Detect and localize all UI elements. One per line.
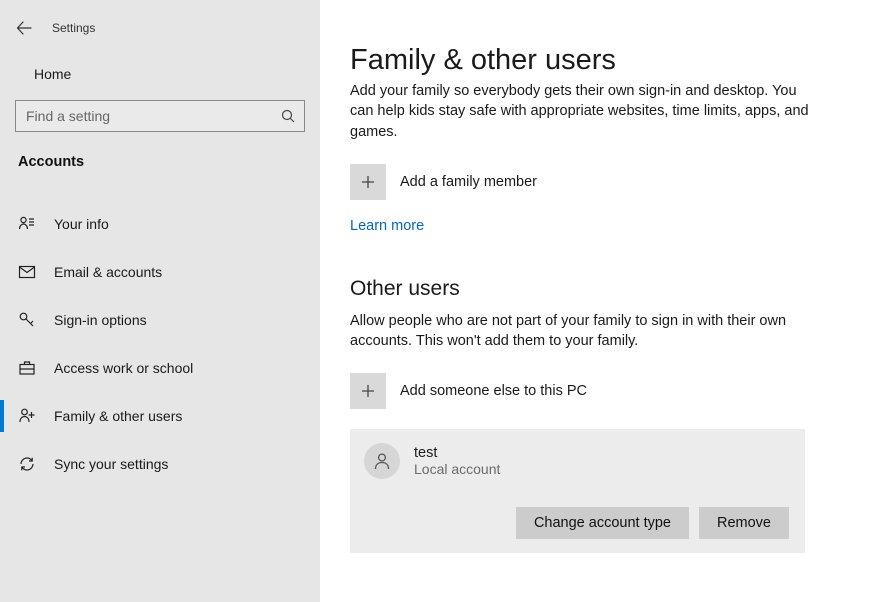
back-button[interactable] bbox=[10, 14, 38, 42]
search-box[interactable] bbox=[15, 100, 305, 132]
other-users-heading: Other users bbox=[350, 277, 863, 301]
back-arrow-icon bbox=[16, 20, 32, 36]
sidebar-item-label: Sign-in options bbox=[54, 312, 147, 328]
learn-more-link[interactable]: Learn more bbox=[350, 218, 424, 234]
window-title: Settings bbox=[52, 21, 95, 35]
sidebar-item-label: Access work or school bbox=[54, 360, 193, 376]
user-name: test bbox=[414, 445, 500, 461]
sidebar-item-sync-settings[interactable]: Sync your settings bbox=[0, 440, 320, 488]
page-title: Family & other users bbox=[350, 44, 863, 77]
sidebar-section-header: Accounts bbox=[0, 148, 320, 178]
sidebar-item-sign-in-options[interactable]: Sign-in options bbox=[0, 296, 320, 344]
sidebar-item-email-accounts[interactable]: Email & accounts bbox=[0, 248, 320, 296]
sync-icon bbox=[18, 455, 36, 473]
add-other-label: Add someone else to this PC bbox=[400, 383, 587, 399]
add-other-user[interactable]: Add someone else to this PC bbox=[350, 373, 863, 409]
sidebar-item-label: Family & other users bbox=[54, 408, 182, 424]
user-card[interactable]: test Local account Change account type R… bbox=[350, 429, 805, 553]
plus-tile bbox=[350, 373, 386, 409]
main-content: Family & other users Add your family so … bbox=[320, 0, 893, 602]
change-account-type-button[interactable]: Change account type bbox=[516, 507, 689, 539]
search-icon bbox=[280, 108, 296, 124]
user-type: Local account bbox=[414, 461, 500, 477]
email-icon bbox=[18, 263, 36, 281]
sidebar-item-family-other-users[interactable]: Family & other users bbox=[0, 392, 320, 440]
sidebar-item-your-info[interactable]: Your info bbox=[0, 200, 320, 248]
sidebar: Settings Home Accounts Your info bbox=[0, 0, 320, 602]
briefcase-icon bbox=[18, 359, 36, 377]
key-icon bbox=[18, 311, 36, 329]
plus-icon bbox=[361, 384, 375, 398]
family-icon bbox=[18, 407, 36, 425]
nav-list: Your info Email & accounts Sign-in optio… bbox=[0, 200, 320, 488]
search-input[interactable] bbox=[16, 101, 304, 131]
plus-tile bbox=[350, 164, 386, 200]
your-info-icon bbox=[18, 215, 36, 233]
user-card-header: test Local account bbox=[364, 443, 789, 479]
settings-window: Settings Home Accounts Your info bbox=[0, 0, 893, 602]
remove-button[interactable]: Remove bbox=[699, 507, 789, 539]
other-users-description: Allow people who are not part of your fa… bbox=[350, 311, 820, 352]
add-family-label: Add a family member bbox=[400, 174, 537, 190]
nav-home-label: Home bbox=[34, 66, 71, 82]
plus-icon bbox=[361, 175, 375, 189]
sidebar-item-label: Email & accounts bbox=[54, 264, 162, 280]
user-actions: Change account type Remove bbox=[364, 507, 789, 539]
avatar bbox=[364, 443, 400, 479]
search-container bbox=[0, 92, 320, 148]
nav-home[interactable]: Home bbox=[0, 56, 320, 92]
user-meta: test Local account bbox=[414, 445, 500, 477]
sidebar-item-label: Sync your settings bbox=[54, 456, 168, 472]
sidebar-item-access-work-school[interactable]: Access work or school bbox=[0, 344, 320, 392]
sidebar-item-label: Your info bbox=[54, 216, 109, 232]
titlebar: Settings bbox=[0, 8, 320, 56]
add-family-member[interactable]: Add a family member bbox=[350, 164, 863, 200]
family-description: Add your family so everybody gets their … bbox=[350, 81, 820, 142]
person-icon bbox=[372, 451, 392, 471]
